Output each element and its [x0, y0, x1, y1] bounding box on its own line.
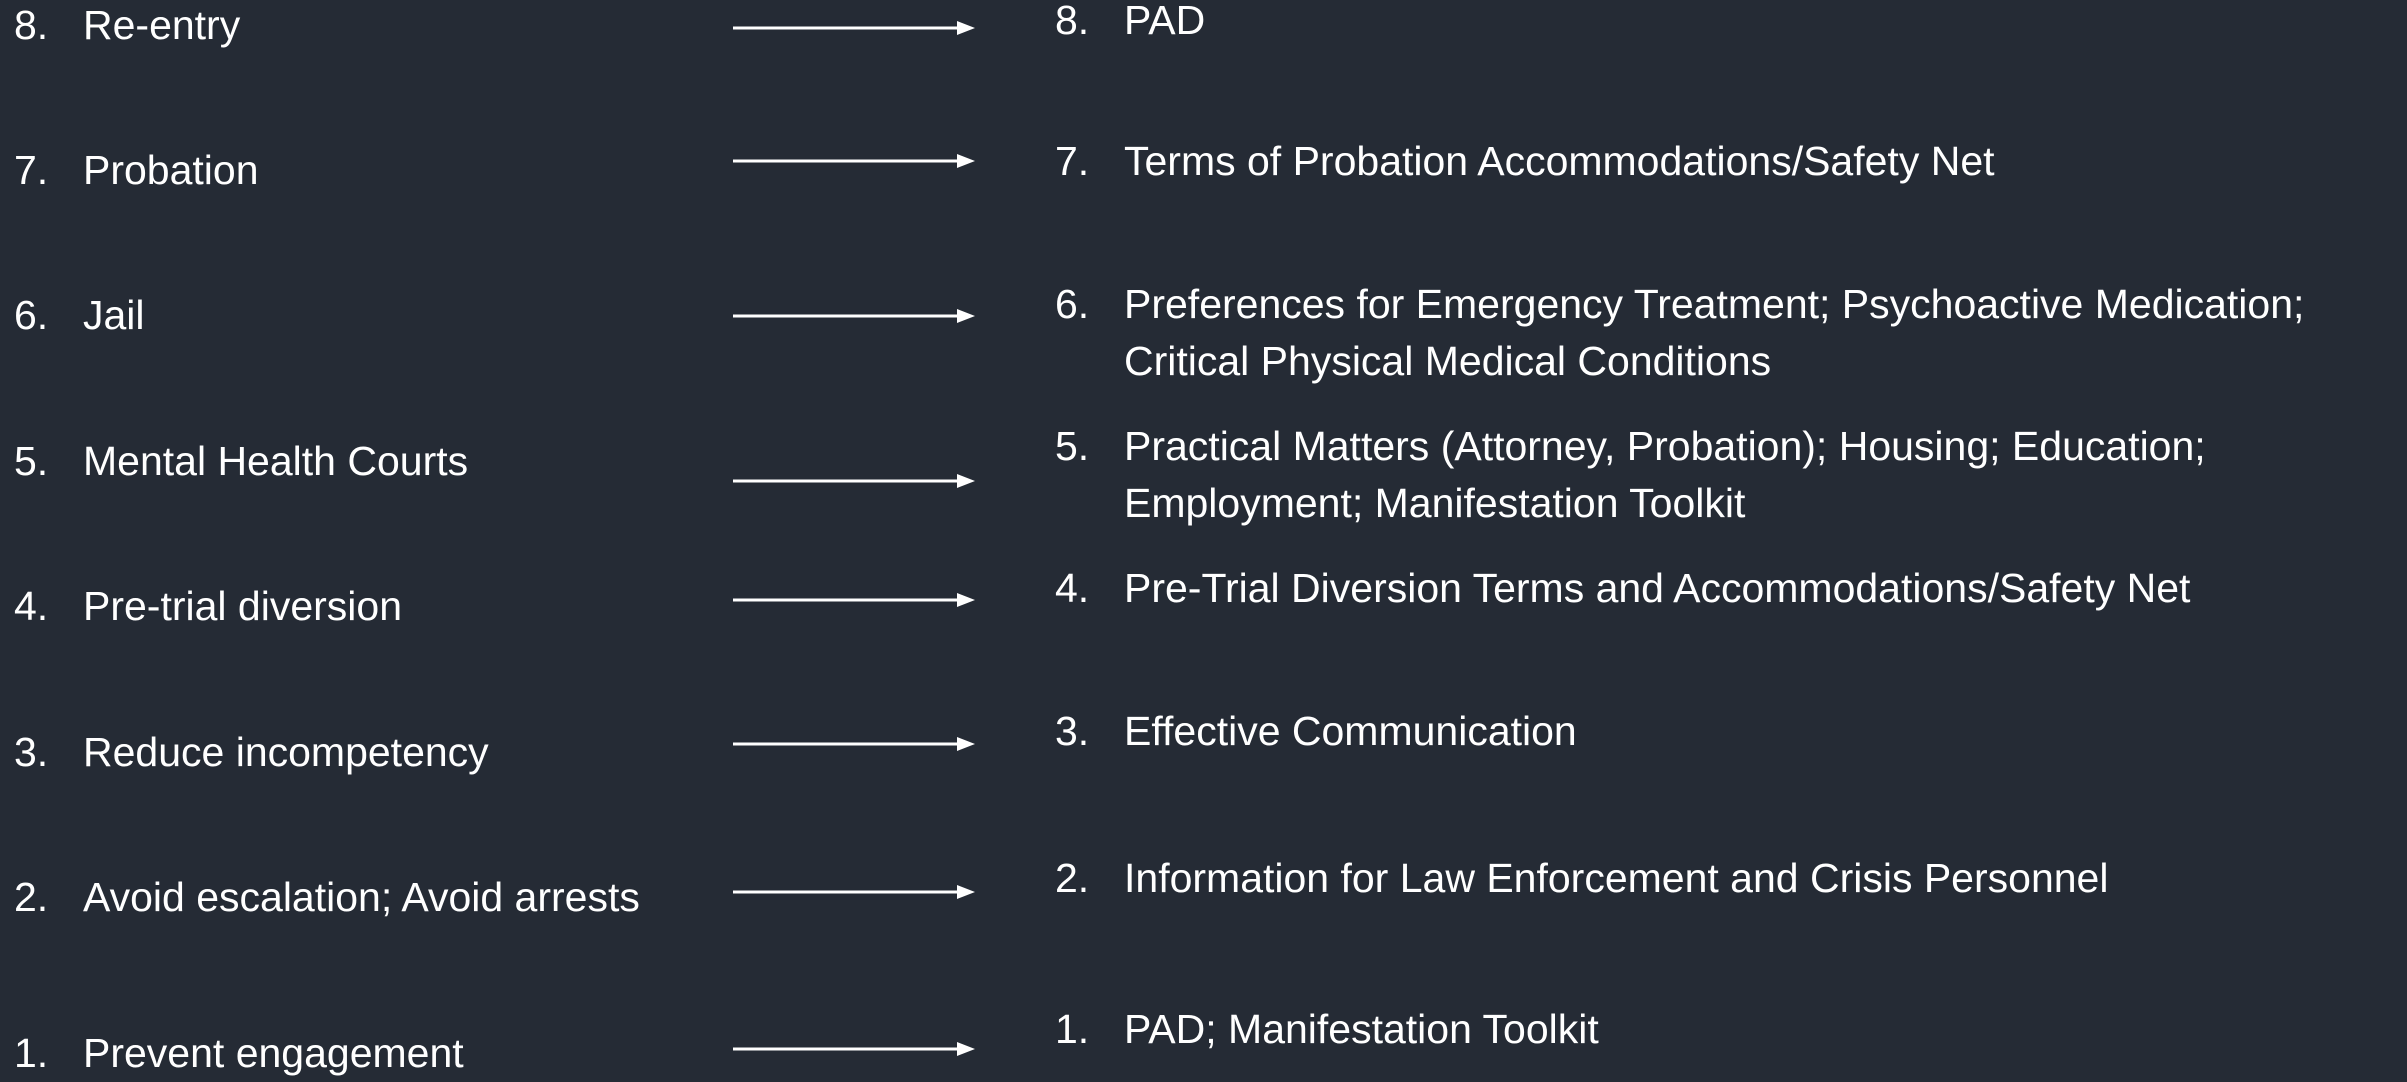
mapping-diagram: 8. Re-entry 7. Probation 6. Jail 5. Mental H…	[0, 0, 2407, 1076]
left-item-number: 4.	[14, 583, 49, 629]
right-item-text: Practical Matters (Attorney, Probation);…	[1124, 418, 2206, 532]
right-item-number: 1.	[1055, 1006, 1090, 1052]
right-item-line: Critical Physical Medical Conditions	[1124, 338, 1772, 384]
left-item-number: 2.	[14, 874, 49, 920]
left-item-7: 7. Probation	[14, 142, 259, 199]
arrow-icon	[733, 154, 975, 168]
left-item-number: 6.	[14, 292, 49, 338]
left-item-4: 4. Pre-trial diversion	[14, 578, 402, 635]
arrow-icon	[733, 474, 975, 488]
right-item-line: Effective Communication	[1124, 708, 1577, 754]
right-item-text: Preferences for Emergency Treatment; Psy…	[1124, 276, 2304, 390]
right-item-line: PAD	[1124, 0, 1206, 43]
left-item-5: 5. Mental Health Courts	[14, 433, 468, 490]
left-item-2: 2. Avoid escalation; Avoid arrests	[14, 869, 640, 926]
right-item-text: PAD	[1124, 0, 1205, 49]
left-item-label: Reduce incompetency	[83, 729, 489, 775]
right-item-number: 5.	[1055, 423, 1090, 469]
right-item-2: 2. Information for Law Enforcement and Cr…	[1055, 850, 2108, 907]
right-item-7: 7. Terms of Probation Accommodations/Safe…	[1055, 133, 1995, 190]
arrow-icon	[733, 1042, 975, 1056]
right-item-line: Preferences for Emergency Treatment; Psy…	[1124, 281, 2305, 327]
arrow-icon	[733, 309, 975, 323]
left-item-3: 3. Reduce incompetency	[14, 724, 489, 781]
right-item-text: Effective Communication	[1124, 703, 1577, 760]
arrow-icon	[733, 593, 975, 607]
right-item-number: 3.	[1055, 708, 1090, 754]
right-item-8: 8. PAD	[1055, 0, 1205, 49]
right-item-line: Practical Matters (Attorney, Probation);…	[1124, 423, 2206, 469]
right-item-3: 3. Effective Communication	[1055, 703, 1577, 760]
right-item-6: 6. Preferences for Emergency Treatment; P…	[1055, 276, 2304, 390]
arrow-icon	[733, 737, 975, 751]
left-item-number: 8.	[14, 2, 49, 48]
right-item-line: Information for Law Enforcement and Cris…	[1124, 855, 2109, 901]
left-item-label: Pre-trial diversion	[83, 583, 402, 629]
right-item-text: PAD; Manifestation Toolkit	[1124, 1001, 1599, 1058]
left-item-label: Avoid escalation; Avoid arrests	[83, 874, 640, 920]
right-item-line: Terms of Probation Accommodations/Safety…	[1124, 138, 1995, 184]
left-item-number: 7.	[14, 147, 49, 193]
right-item-text: Information for Law Enforcement and Cris…	[1124, 850, 2108, 907]
right-item-number: 7.	[1055, 138, 1090, 184]
right-item-number: 6.	[1055, 281, 1090, 327]
left-item-number: 5.	[14, 438, 49, 484]
right-item-4: 4. Pre-Trial Diversion Terms and Accommod…	[1055, 560, 2190, 617]
right-item-text: Pre-Trial Diversion Terms and Accommodat…	[1124, 560, 2190, 617]
left-item-number: 3.	[14, 729, 49, 775]
left-item-label: Mental Health Courts	[83, 438, 469, 484]
right-item-text: Terms of Probation Accommodations/Safety…	[1124, 133, 1995, 190]
right-item-number: 2.	[1055, 855, 1090, 901]
right-item-5: 5. Practical Matters (Attorney, Probation…	[1055, 418, 2206, 532]
left-item-label: Prevent engagement	[83, 1030, 464, 1076]
right-item-number: 8.	[1055, 0, 1090, 43]
left-item-6: 6. Jail	[14, 287, 145, 344]
right-item-1: 1. PAD; Manifestation Toolkit	[1055, 1001, 1599, 1058]
left-item-label: Probation	[83, 147, 259, 193]
left-item-label: Jail	[83, 292, 145, 338]
right-item-line: Pre-Trial Diversion Terms and Accommodat…	[1124, 565, 2191, 611]
left-item-label: Re-entry	[83, 2, 241, 48]
right-item-line: Employment; Manifestation Toolkit	[1124, 480, 1746, 526]
right-item-line: PAD; Manifestation Toolkit	[1124, 1006, 1599, 1052]
arrow-icon	[733, 21, 975, 35]
left-item-1: 1. Prevent engagement	[14, 1025, 464, 1082]
left-item-number: 1.	[14, 1030, 49, 1076]
left-item-8: 8. Re-entry	[14, 0, 240, 54]
arrow-icon	[733, 885, 975, 899]
right-item-number: 4.	[1055, 565, 1090, 611]
